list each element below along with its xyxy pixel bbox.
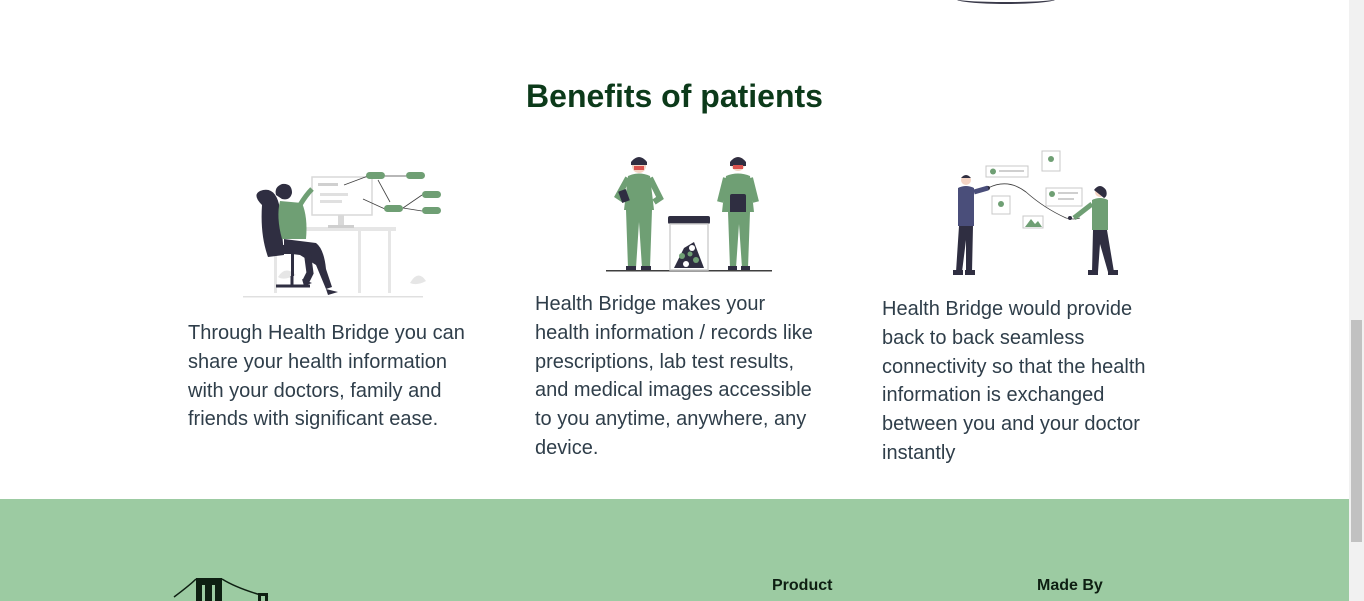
page-content: Benefits of patients Through Health Brid… xyxy=(0,0,1349,601)
connected-people-illustration xyxy=(948,148,1124,280)
page-scrollbar[interactable] xyxy=(1349,0,1364,601)
benefit-text-records: Health Bridge makes your health informat… xyxy=(535,293,813,459)
section-title: Benefits of patients xyxy=(526,78,823,114)
person-at-computer-illustration xyxy=(240,165,445,300)
decorative-arc xyxy=(956,0,1056,4)
footer-product-heading: Product xyxy=(772,577,833,594)
footer: Product Made By xyxy=(0,499,1349,601)
footer-made-by-heading: Made By xyxy=(1037,577,1103,594)
scrollbar-thumb[interactable] xyxy=(1351,320,1362,542)
bridge-logo[interactable] xyxy=(172,575,272,601)
doctors-with-pills-illustration xyxy=(604,152,774,274)
benefit-text-share: Through Health Bridge you can share your… xyxy=(188,322,465,431)
benefit-text-connectivity: Health Bridge would provide back to back… xyxy=(882,298,1146,464)
